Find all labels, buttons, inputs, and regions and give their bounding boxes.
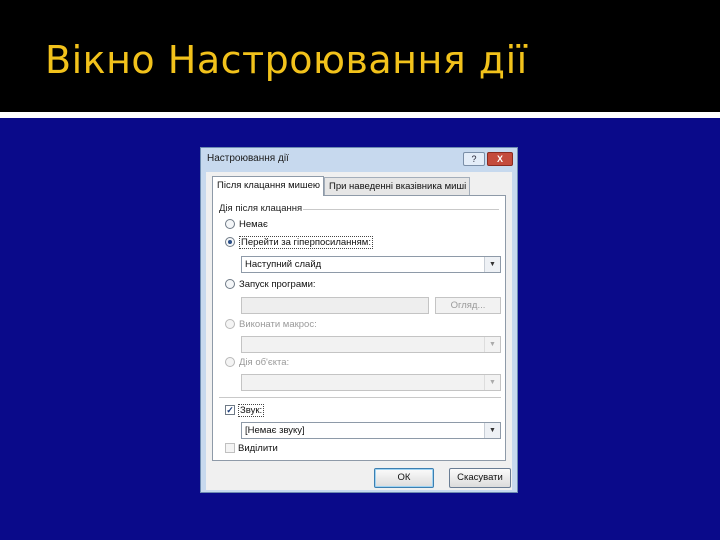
chevron-down-icon[interactable]: ▼: [484, 375, 500, 390]
highlight-checkbox-row[interactable]: Виділити: [225, 442, 278, 456]
tab-panel: Дія після клацання Немає Перейти за гіпе…: [212, 195, 506, 461]
ok-button[interactable]: ОК: [374, 468, 434, 488]
hyperlink-select-value: Наступний слайд: [245, 259, 322, 270]
radio-none[interactable]: [225, 219, 235, 230]
radio-none-row[interactable]: Немає: [225, 218, 268, 232]
object-action-select[interactable]: ▼: [241, 374, 501, 391]
action-settings-dialog: Настроювання дії ? X Після клацання мише…: [200, 147, 518, 493]
browse-button[interactable]: Огляд...: [435, 297, 501, 314]
dialog-title: Настроювання дії: [207, 153, 289, 164]
radio-run-macro-label: Виконати макрос:: [239, 319, 317, 330]
radio-none-label: Немає: [239, 219, 268, 230]
section-divider: [219, 397, 501, 398]
highlight-checkbox[interactable]: [225, 443, 235, 454]
radio-run-program[interactable]: [225, 279, 235, 290]
help-button[interactable]: ?: [463, 152, 485, 166]
radio-object-action[interactable]: [225, 357, 235, 368]
highlight-label: Виділити: [238, 443, 278, 454]
tab-mouse-over[interactable]: При наведенні вказівника миші: [324, 177, 470, 195]
tab-mouse-click[interactable]: Після клацання мишею: [212, 176, 324, 196]
hyperlink-select[interactable]: Наступний слайд ▼: [241, 256, 501, 273]
radio-object-action-row[interactable]: Дія об'єкта:: [225, 356, 289, 370]
sound-select[interactable]: [Немає звуку] ▼: [241, 422, 501, 439]
sound-label: Звук:: [238, 404, 265, 417]
close-button[interactable]: X: [487, 152, 513, 166]
macro-select[interactable]: ▼: [241, 336, 501, 353]
dialog-body: Після клацання мишею При наведенні вказі…: [206, 172, 512, 490]
group-divider: [303, 209, 499, 210]
title-divider: [0, 112, 720, 118]
chevron-down-icon[interactable]: ▼: [484, 423, 500, 438]
radio-run-macro-row[interactable]: Виконати макрос:: [225, 318, 317, 332]
cancel-button[interactable]: Скасувати: [449, 468, 511, 488]
radio-hyperlink-row[interactable]: Перейти за гіперпосиланням:: [225, 236, 373, 250]
radio-run-program-label: Запуск програми:: [239, 279, 316, 290]
slide-title: Вікно Настроювання дії: [45, 38, 528, 82]
chevron-down-icon[interactable]: ▼: [484, 337, 500, 352]
radio-hyperlink[interactable]: [225, 237, 235, 248]
radio-run-program-row[interactable]: Запуск програми:: [225, 278, 316, 292]
program-path-input[interactable]: [241, 297, 429, 314]
chevron-down-icon[interactable]: ▼: [484, 257, 500, 272]
radio-object-action-label: Дія об'єкта:: [239, 357, 290, 368]
sound-select-value: [Немає звуку]: [245, 425, 305, 436]
sound-checkbox-row[interactable]: ✓ Звук:: [225, 404, 265, 418]
sound-checkbox[interactable]: ✓: [225, 405, 235, 416]
radio-hyperlink-label: Перейти за гіперпосиланням:: [239, 236, 373, 249]
group-label: Дія після клацання: [219, 203, 307, 214]
radio-run-macro[interactable]: [225, 319, 235, 330]
